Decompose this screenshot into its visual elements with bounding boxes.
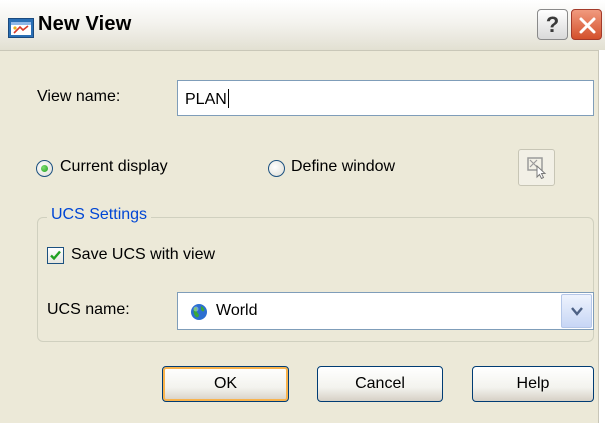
current-display-radio[interactable] [36,160,53,177]
dialog-title: New View [38,13,132,35]
ucs-name-dropdown[interactable]: World [177,292,594,330]
checkmark-icon [50,250,61,261]
close-button[interactable] [571,9,602,40]
define-window-pick-icon [527,157,547,179]
window-edge [598,50,605,423]
current-display-label[interactable]: Current display [60,158,168,176]
define-window-pick-button[interactable] [518,149,555,186]
globe-icon [190,303,208,326]
radio-selected-dot [41,165,48,172]
ok-button[interactable]: OK [162,366,289,402]
view-name-label: View name: [37,88,121,105]
close-icon [579,17,596,34]
ucs-settings-title: UCS Settings [47,206,152,224]
title-bar[interactable]: New View ? [0,0,605,51]
chevron-down-icon [571,307,583,316]
ucs-name-label: UCS name: [47,301,130,318]
save-ucs-label[interactable]: Save UCS with view [71,246,215,264]
help-button[interactable]: Help [472,366,594,402]
dropdown-arrow-button[interactable] [561,294,592,328]
view-name-input[interactable]: PLAN [177,80,594,116]
text-caret [227,89,229,108]
title-help-button[interactable]: ? [537,9,568,40]
ucs-name-value: World [216,302,258,319]
define-window-label[interactable]: Define window [291,158,395,176]
save-ucs-checkbox[interactable] [47,247,64,264]
define-window-radio[interactable] [268,160,285,177]
new-view-icon [8,18,34,38]
cancel-button[interactable]: Cancel [317,366,443,402]
view-name-value: PLAN [185,91,227,108]
new-view-dialog: New View ? View name: PLAN Current displ… [0,0,605,423]
